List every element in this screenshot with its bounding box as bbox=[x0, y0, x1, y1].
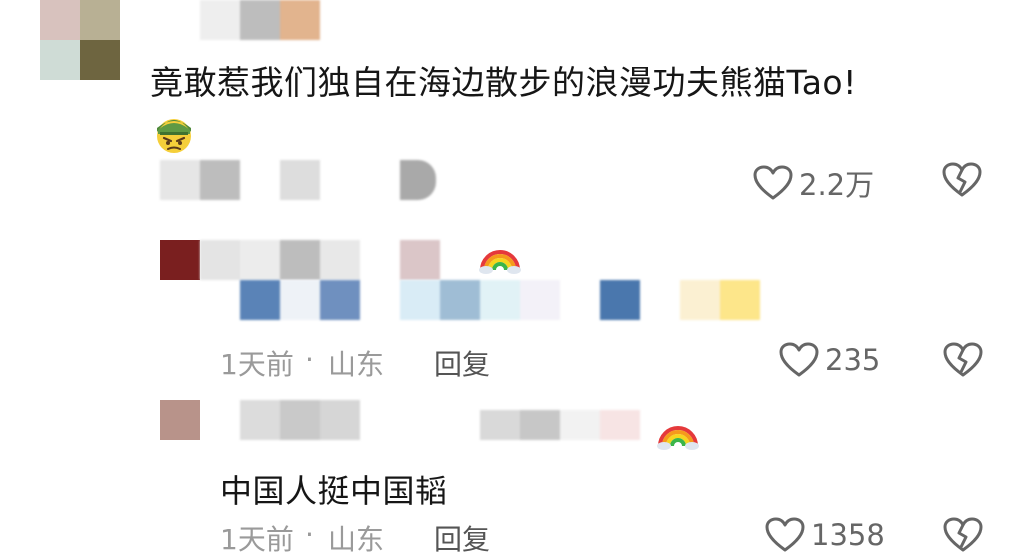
reply-time: 1天前 bbox=[220, 348, 294, 381]
broken-heart-icon bbox=[943, 517, 983, 552]
meta-separator: · bbox=[305, 343, 314, 376]
comment-text: 竟敢惹我们独自在海边散步的浪漫功夫熊猫Tao! bbox=[150, 63, 857, 102]
reply-location: 山东 bbox=[328, 348, 385, 381]
comment-meta-redacted bbox=[160, 160, 440, 200]
reply-text: 中国人挺中国韬 bbox=[220, 472, 448, 510]
reply-button[interactable]: 回复 bbox=[434, 343, 490, 383]
heart-icon bbox=[765, 517, 805, 552]
reply-username[interactable] bbox=[200, 400, 680, 440]
rainbow-emoji-icon bbox=[478, 234, 522, 274]
rainbow-emoji-icon bbox=[656, 410, 700, 450]
like-count: 235 bbox=[825, 343, 881, 377]
reply-button[interactable]: 回复 bbox=[434, 518, 490, 558]
reply-avatar[interactable] bbox=[160, 240, 200, 280]
broken-heart-icon bbox=[943, 342, 983, 377]
broken-heart-icon bbox=[942, 162, 982, 197]
dislike-button[interactable] bbox=[943, 517, 983, 557]
like-button[interactable]: 1358 bbox=[765, 517, 885, 553]
heart-icon bbox=[779, 342, 819, 377]
like-count: 2.2万 bbox=[799, 168, 875, 202]
reply-time: 1天前 bbox=[220, 523, 294, 556]
like-count: 1358 bbox=[811, 518, 885, 552]
dislike-button[interactable] bbox=[943, 342, 983, 382]
meta-separator: · bbox=[305, 518, 314, 551]
avatar[interactable] bbox=[40, 0, 120, 80]
reply-text-redacted bbox=[220, 280, 760, 320]
like-button[interactable]: 235 bbox=[779, 342, 880, 378]
angry-face-emoji-icon bbox=[152, 112, 196, 154]
reply-location: 山东 bbox=[328, 523, 385, 556]
like-button[interactable]: 2.2万 bbox=[753, 162, 874, 204]
reply-username[interactable] bbox=[200, 240, 520, 280]
reply-avatar[interactable] bbox=[160, 400, 200, 440]
dislike-button[interactable] bbox=[942, 162, 982, 202]
username[interactable] bbox=[200, 0, 325, 40]
heart-icon bbox=[753, 165, 793, 200]
